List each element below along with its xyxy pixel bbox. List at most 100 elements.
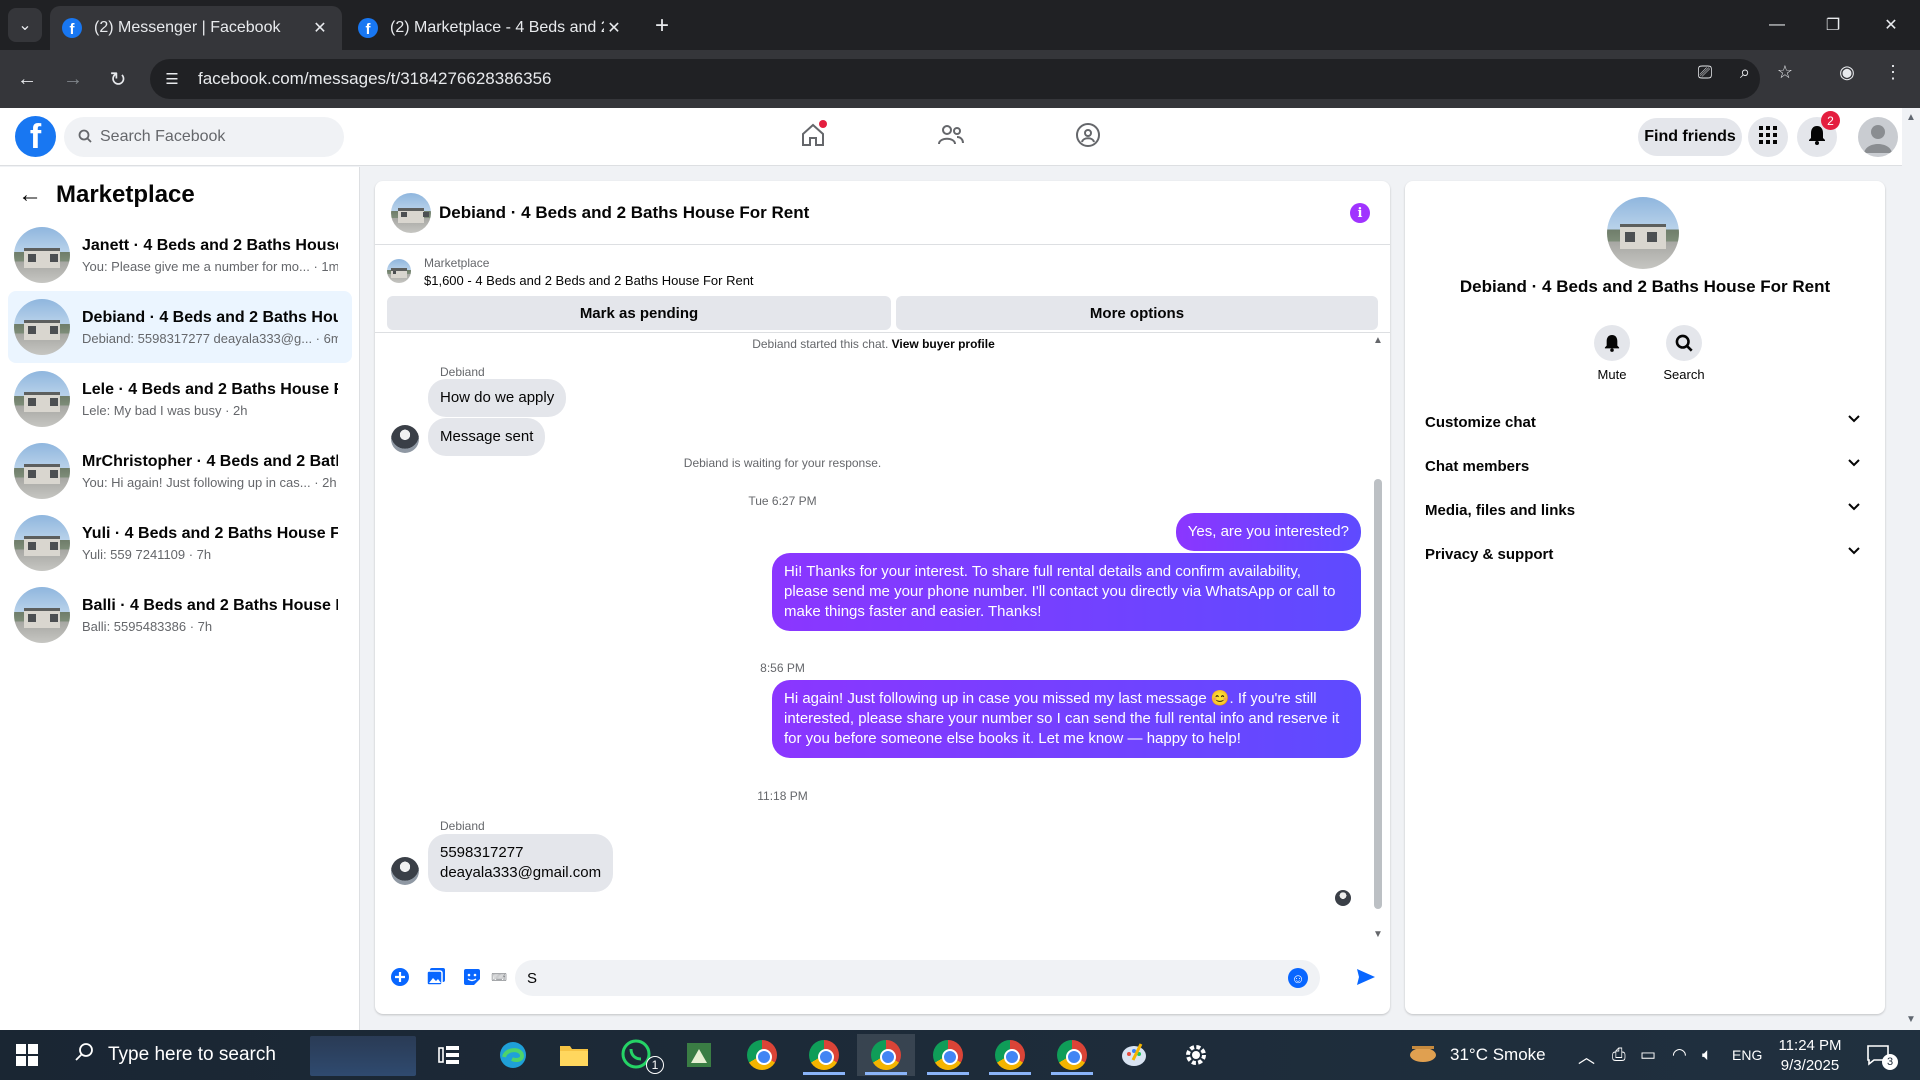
paint-icon[interactable]	[1105, 1034, 1163, 1076]
conversation-item[interactable]: Lele · 4 Beds and 2 Baths House F... Lel…	[8, 363, 352, 435]
emoji-icon[interactable]: ☺	[1288, 968, 1308, 988]
chrome-profile-icon[interactable]	[981, 1034, 1039, 1076]
chrome-profile-icon[interactable]	[857, 1034, 915, 1076]
weather-widget[interactable]: 31°C Smoke	[1408, 1030, 1546, 1080]
outgoing-message[interactable]: Hi! Thanks for your interest. To share f…	[772, 553, 1361, 631]
restore-icon[interactable]: ❐	[1818, 10, 1848, 40]
meet-now-icon[interactable]: ⎙	[1612, 1030, 1626, 1080]
profile-icon[interactable]: ◉	[1834, 59, 1860, 85]
scroll-down-arrow-icon[interactable]: ▼	[1372, 929, 1384, 941]
listing-photo[interactable]	[1607, 197, 1679, 269]
hidden-icons-chevron-icon[interactable]: ︿	[1578, 1030, 1595, 1080]
taskbar-search-box[interactable]: Type here to search	[60, 1030, 342, 1080]
listing-thumbnail[interactable]	[391, 192, 431, 233]
outgoing-message[interactable]: Yes, are you interested?	[1175, 513, 1361, 551]
privacy-support-row[interactable]: Privacy & support	[1413, 532, 1877, 576]
windows-start-icon[interactable]	[16, 1044, 38, 1066]
chrome-profile-icon[interactable]	[919, 1034, 977, 1076]
message-input[interactable]: ☺	[515, 960, 1320, 996]
weather-icon	[1408, 1041, 1438, 1070]
mute-action[interactable]: Mute	[1580, 325, 1644, 382]
language-indicator[interactable]: ENG	[1732, 1030, 1762, 1080]
battery-icon[interactable]: ▭	[1640, 1030, 1656, 1080]
time-text: 11:24 PM	[1778, 1037, 1842, 1054]
chat-members-row[interactable]: Chat members	[1413, 444, 1877, 488]
zoom-icon[interactable]: ⌕	[1732, 59, 1758, 85]
incoming-message[interactable]: How do we apply	[428, 379, 567, 417]
nav-groups[interactable]	[1068, 118, 1108, 156]
sticker-icon[interactable]	[461, 966, 483, 988]
listing-price-title[interactable]: $1,600 - 4 Beds and 2 Beds and 2 Baths H…	[424, 273, 754, 288]
menu-button[interactable]	[1748, 117, 1788, 157]
incoming-message[interactable]: Message sent	[428, 418, 546, 456]
incoming-message[interactable]: 5598317277 deayala333@gmail.com	[428, 834, 614, 892]
whatsapp-icon[interactable]: 1	[608, 1034, 666, 1076]
chrome-profile-icon[interactable]	[733, 1034, 791, 1076]
clock[interactable]: 11:24 PM 9/3/2025	[1760, 1036, 1860, 1076]
conversation-item[interactable]: MrChristopher · 4 Beds and 2 Bath... You…	[8, 435, 352, 507]
settings-gear-icon[interactable]	[1167, 1034, 1225, 1076]
browser-menu-icon[interactable]: ⋮	[1880, 59, 1906, 85]
gif-icon[interactable]: ⌨	[491, 966, 507, 988]
close-tab-icon[interactable]: ✕	[604, 18, 624, 38]
back-arrow-icon[interactable]: ←	[18, 181, 42, 209]
reload-icon[interactable]: ↻	[103, 64, 133, 94]
sender-avatar[interactable]	[391, 857, 419, 885]
timestamp: 8:56 PM	[760, 661, 805, 675]
conversation-item[interactable]: Janett · 4 Beds and 2 Baths House ... Yo…	[8, 219, 352, 291]
task-view-icon[interactable]	[420, 1034, 478, 1076]
chat-title[interactable]: Debiand · 4 Beds and 2 Baths House For R…	[439, 203, 809, 223]
chrome-profile-icon[interactable]	[795, 1034, 853, 1076]
conversation-item[interactable]: Yuli · 4 Beds and 2 Baths House Fo... Yu…	[8, 507, 352, 579]
forward-icon[interactable]: →	[58, 64, 88, 94]
bookmark-star-icon[interactable]: ☆	[1772, 59, 1798, 85]
file-explorer-icon[interactable]	[545, 1034, 603, 1076]
url-text[interactable]: facebook.com/messages/t/3184276628386356	[198, 69, 551, 89]
search-action[interactable]: Search	[1652, 325, 1716, 382]
facebook-logo[interactable]: f	[15, 116, 56, 157]
scroll-up-arrow-icon[interactable]: ▲	[1906, 112, 1916, 123]
install-app-icon[interactable]: ⎚	[1692, 59, 1718, 85]
close-tab-icon[interactable]: ✕	[310, 18, 330, 38]
send-icon[interactable]	[1355, 966, 1377, 988]
scroll-up-arrow-icon[interactable]: ▲	[1372, 335, 1384, 347]
mark-as-pending-button[interactable]: Mark as pending	[387, 296, 891, 330]
conversation-item[interactable]: Balli · 4 Beds and 2 Baths House F... Ba…	[8, 579, 352, 651]
edge-icon[interactable]	[484, 1034, 542, 1076]
site-info-icon[interactable]: ☰	[152, 59, 192, 99]
more-options-button[interactable]: More options	[896, 296, 1378, 330]
nav-home[interactable]	[793, 118, 833, 156]
scroll-down-arrow-icon[interactable]: ▼	[1906, 1014, 1916, 1025]
wifi-icon[interactable]: ◠	[1672, 1030, 1687, 1080]
customize-chat-row[interactable]: Customize chat	[1413, 400, 1877, 444]
new-tab-button[interactable]: +	[648, 12, 676, 40]
close-window-icon[interactable]: ✕	[1876, 10, 1906, 40]
page-scrollbar[interactable]: ▲ ▼	[1902, 108, 1920, 1030]
scrollbar-thumb[interactable]	[1374, 479, 1382, 909]
outgoing-message[interactable]: Hi again! Just following up in case you …	[772, 680, 1361, 758]
view-buyer-profile-link[interactable]: View buyer profile	[892, 337, 995, 351]
nav-friends[interactable]	[931, 118, 971, 156]
photo-icon[interactable]	[425, 966, 447, 988]
tab-list-button[interactable]: ⌄	[8, 8, 42, 42]
thread-scrollbar[interactable]: ▲ ▼	[1372, 333, 1384, 944]
info-icon[interactable]: i	[1350, 203, 1370, 223]
chrome-profile-icon[interactable]	[1043, 1034, 1101, 1076]
app-icon[interactable]	[670, 1034, 728, 1076]
plus-circle-icon[interactable]	[389, 966, 411, 988]
conversation-item-selected[interactable]: Debiand · 4 Beds and 2 Baths Hou... Debi…	[8, 291, 352, 363]
minimize-icon[interactable]: —	[1762, 10, 1792, 40]
sender-avatar[interactable]	[391, 425, 419, 453]
message-text-field[interactable]	[527, 969, 1287, 987]
back-icon[interactable]: ←	[12, 64, 42, 94]
tab-marketplace[interactable]: f (2) Marketplace - 4 Beds and 2 ✕	[346, 6, 636, 50]
find-friends-button[interactable]: Find friends	[1638, 118, 1742, 156]
account-avatar[interactable]	[1858, 117, 1898, 157]
notifications-button[interactable]: 2	[1797, 111, 1840, 157]
address-bar[interactable]: ☰ facebook.com/messages/t/31842766283863…	[150, 59, 1760, 99]
media-files-links-row[interactable]: Media, files and links	[1413, 488, 1877, 532]
notification-center-icon[interactable]: 3	[1866, 1030, 1898, 1080]
volume-icon[interactable]: 🔈︎	[1702, 1030, 1712, 1080]
tab-messenger[interactable]: f (2) Messenger | Facebook ✕	[50, 6, 342, 50]
facebook-search-input[interactable]: Search Facebook	[64, 117, 344, 157]
